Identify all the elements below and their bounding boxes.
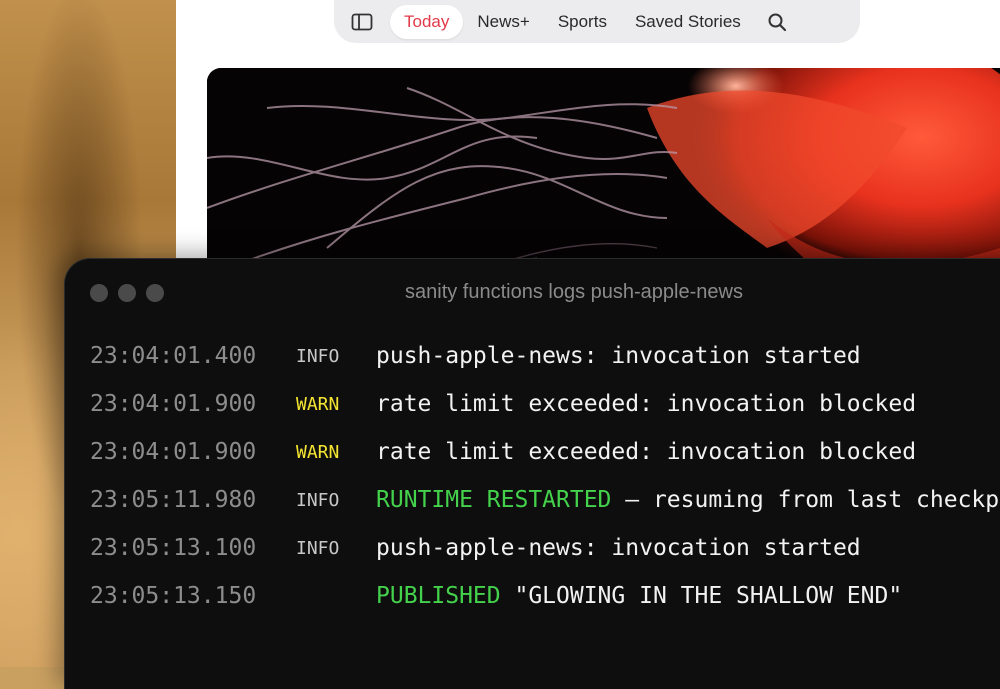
log-output: 23:04:01.400 INFO push-apple-news: invoc… xyxy=(65,335,1000,623)
log-highlight: RUNTIME RESTARTED xyxy=(376,487,612,513)
log-message: push-apple-news: invocation started xyxy=(376,535,861,561)
log-timestamp: 23:04:01.400 xyxy=(90,343,257,369)
tab-today[interactable]: Today xyxy=(390,4,464,39)
terminal-title: sanity functions logs push-apple-news xyxy=(405,281,743,303)
window-controls xyxy=(90,284,164,302)
log-level: WARN xyxy=(296,394,340,415)
close-window-button[interactable] xyxy=(90,284,108,302)
search-icon[interactable] xyxy=(763,8,791,36)
log-row: 23:05:13.100 INFO push-apple-news: invoc… xyxy=(65,527,1000,575)
terminal-window: sanity functions logs push-apple-news 23… xyxy=(64,258,1000,689)
top-navigation: Today News+ Sports Saved Stories xyxy=(334,0,860,43)
log-message: push-apple-news: invocation started xyxy=(376,343,861,369)
log-message: PUBLISHED "GLOWING IN THE SHALLOW END" xyxy=(376,583,902,609)
log-level: WARN xyxy=(296,442,340,463)
log-message: rate limit exceeded: invocation blocked xyxy=(376,391,916,417)
log-level: INFO xyxy=(296,490,340,511)
log-timestamp: 23:04:01.900 xyxy=(90,439,257,465)
minimize-window-button[interactable] xyxy=(118,284,136,302)
log-row: 23:04:01.900 WARN rate limit exceeded: i… xyxy=(65,383,1000,431)
log-message: RUNTIME RESTARTED — resuming from last c… xyxy=(376,487,1000,513)
log-text: "GLOWING IN THE SHALLOW END" xyxy=(500,583,903,609)
sidebar-toggle-icon[interactable] xyxy=(348,8,376,36)
log-message: rate limit exceeded: invocation blocked xyxy=(376,439,916,465)
log-timestamp: 23:05:13.150 xyxy=(90,583,257,609)
log-row: 23:05:11.980 INFO RUNTIME RESTARTED — re… xyxy=(65,479,1000,527)
tab-news-plus[interactable]: News+ xyxy=(463,5,543,39)
log-row: 23:04:01.400 INFO push-apple-news: invoc… xyxy=(65,335,1000,383)
zoom-window-button[interactable] xyxy=(146,284,164,302)
log-text: push-apple-news: invocation started xyxy=(376,535,861,561)
log-text: rate limit exceeded: invocation blocked xyxy=(376,391,917,417)
log-highlight: PUBLISHED xyxy=(376,583,501,609)
tab-sports[interactable]: Sports xyxy=(544,5,621,39)
log-row: 23:05:13.150 PUBLISHED "GLOWING IN THE S… xyxy=(65,575,1000,623)
log-timestamp: 23:04:01.900 xyxy=(90,391,257,417)
log-text: — resuming from last checkpoint xyxy=(625,487,1000,513)
log-timestamp: 23:05:11.980 xyxy=(90,487,257,513)
log-text: rate limit exceeded: invocation blocked xyxy=(376,439,917,465)
tab-saved-stories[interactable]: Saved Stories xyxy=(621,5,755,39)
log-row: 23:04:01.900 WARN rate limit exceeded: i… xyxy=(65,431,1000,479)
log-level: INFO xyxy=(296,346,340,367)
log-level: INFO xyxy=(296,538,340,559)
log-timestamp: 23:05:13.100 xyxy=(90,535,257,561)
log-text: push-apple-news: invocation started xyxy=(376,343,861,369)
